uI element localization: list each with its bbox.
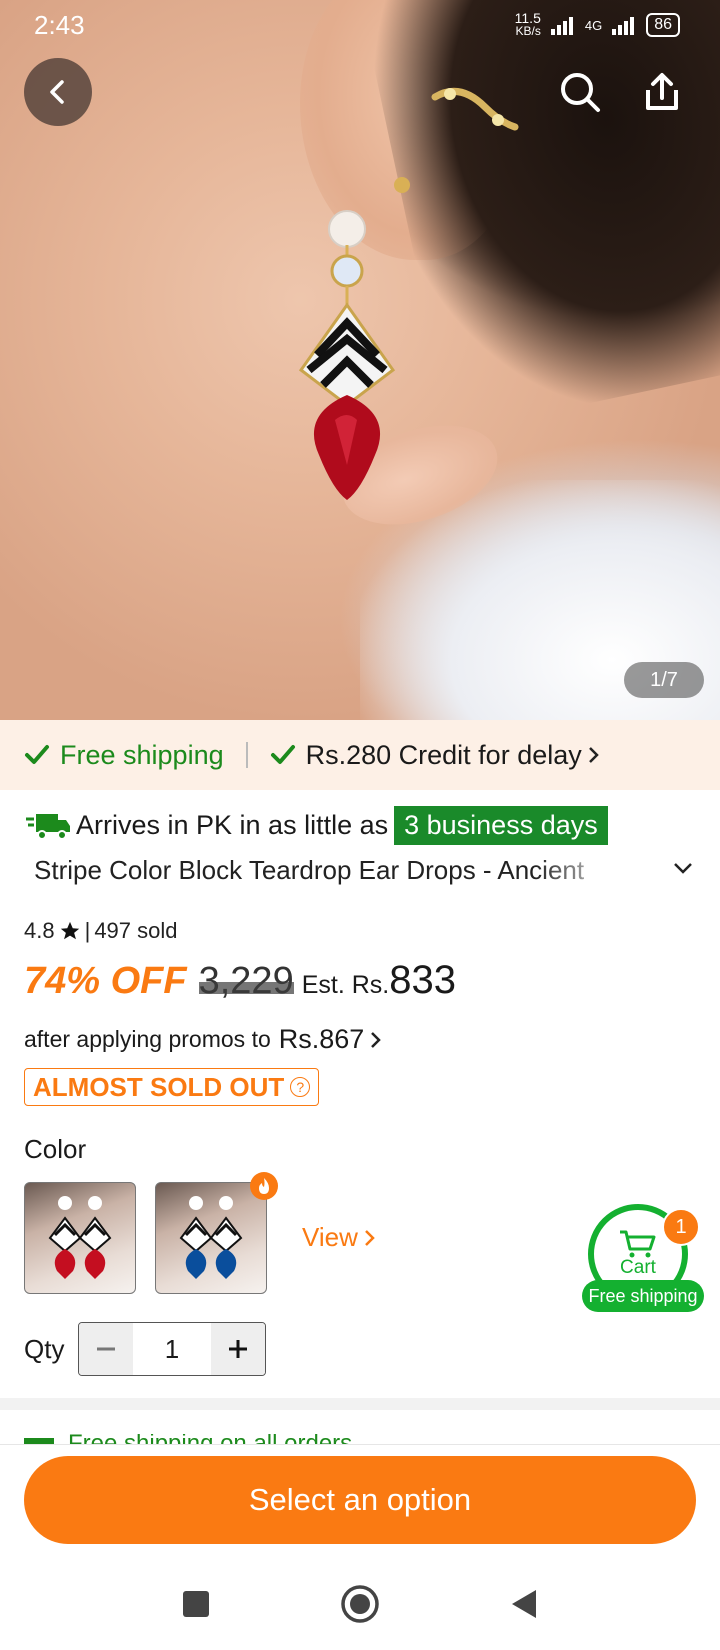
chevron-right-icon <box>588 747 599 763</box>
qty-value[interactable]: 1 <box>133 1323 211 1375</box>
cart-icon <box>620 1230 656 1258</box>
chevron-left-icon <box>50 80 64 104</box>
color-option-red[interactable] <box>24 1182 136 1294</box>
est-price: 833 <box>389 958 456 1002</box>
promo-text: after applying promos to <box>24 1026 271 1052</box>
est-price-label: Est. Rs. <box>301 971 390 999</box>
share-icon <box>646 73 678 110</box>
free-shipping-label: Free shipping <box>60 739 224 770</box>
delivery-truck-icon <box>26 813 70 840</box>
hot-badge <box>250 1172 278 1200</box>
original-price: 3,229 <box>198 960 294 1002</box>
select-option-button[interactable]: Select an option <box>24 1456 696 1544</box>
home-button[interactable] <box>338 1582 382 1626</box>
cart-free-shipping-badge: Free shipping <box>582 1280 704 1312</box>
color-heading: Color <box>24 1134 87 1164</box>
hair-shape <box>356 0 720 433</box>
help-icon: ? <box>290 1077 311 1097</box>
earring-icon <box>298 210 396 500</box>
arrival-text: Arrives in PK in as little as <box>76 810 389 840</box>
nav-back-button[interactable] <box>502 1582 546 1626</box>
flame-icon <box>259 1178 269 1194</box>
signal-icon-2 <box>612 17 635 35</box>
blue-earring-thumbnail-icon <box>179 1196 243 1279</box>
cart-label: Cart <box>620 1257 656 1278</box>
almost-sold-out-badge[interactable]: ALMOST SOLD OUT ? <box>24 1068 320 1106</box>
network-type: 4G <box>584 17 603 33</box>
search-button[interactable] <box>554 66 606 118</box>
net-unit: KB/s <box>515 24 541 38</box>
qty-increase-button[interactable] <box>211 1323 265 1375</box>
image-pager: 1/7 <box>624 662 704 698</box>
price-row: 74% OFF 3,229 Est. Rs. 833 <box>24 958 456 1003</box>
rating-divider: | <box>84 918 91 943</box>
stock-label: ALMOST SOLD OUT <box>33 1071 285 1102</box>
rating-value: 4.8 <box>24 918 55 943</box>
search-icon <box>561 73 600 112</box>
stud-icon <box>394 177 410 193</box>
share-button[interactable] <box>636 66 688 118</box>
qty-label: Qty <box>24 1334 65 1364</box>
check-icon <box>25 745 49 764</box>
arrival-info: Arrives in PK in as little as 3 business… <box>24 806 608 845</box>
delivery-days-badge: 3 business days <box>394 806 608 845</box>
product-title: Stripe Color Block Teardrop Ear Drops - … <box>34 855 585 885</box>
status-time: 2:43 <box>34 10 85 40</box>
divider <box>245 742 248 768</box>
square-icon <box>183 1591 209 1617</box>
promo-price: Rs.867 <box>278 1024 365 1054</box>
view-label: View <box>302 1222 358 1252</box>
signal-icon <box>550 17 573 35</box>
home-circle-icon <box>341 1585 379 1623</box>
battery-icon: 86 <box>646 13 680 37</box>
recents-button[interactable] <box>174 1582 218 1626</box>
sold-count: 497 sold <box>94 918 178 943</box>
plus-icon <box>229 1340 247 1358</box>
check-icon <box>270 745 295 764</box>
section-divider <box>0 1398 720 1410</box>
minus-icon <box>97 1347 115 1351</box>
star-icon <box>60 921 79 940</box>
quantity-stepper: 1 <box>78 1322 266 1376</box>
shipping-strip[interactable]: Free shipping Rs.280 Credit for delay <box>0 720 720 790</box>
discount-label: 74% OFF <box>24 960 187 1002</box>
ear-cuff-icon <box>431 87 519 131</box>
rating-row[interactable]: 4.8 | 497 sold <box>24 918 178 944</box>
back-button[interactable] <box>24 58 92 126</box>
view-all-colors-link[interactable]: View <box>302 1222 376 1253</box>
product-image[interactable]: 1/7 <box>0 0 720 720</box>
cart-count-badge: 1 <box>662 1208 700 1246</box>
chevron-right-icon <box>365 1229 375 1246</box>
color-option-blue[interactable] <box>155 1182 267 1294</box>
promo-row[interactable]: after applying promos to Rs.867 <box>24 1024 382 1055</box>
status-icons: 11.5 KB/s 4G 86 <box>515 11 680 38</box>
delay-credit-label: Rs.280 Credit for delay <box>305 739 582 770</box>
red-earring-thumbnail-icon <box>48 1196 112 1279</box>
expand-title-chevron-icon[interactable] <box>672 860 694 876</box>
qty-decrease-button[interactable] <box>79 1323 133 1375</box>
triangle-back-icon <box>512 1590 536 1618</box>
chevron-right-icon <box>371 1031 382 1048</box>
